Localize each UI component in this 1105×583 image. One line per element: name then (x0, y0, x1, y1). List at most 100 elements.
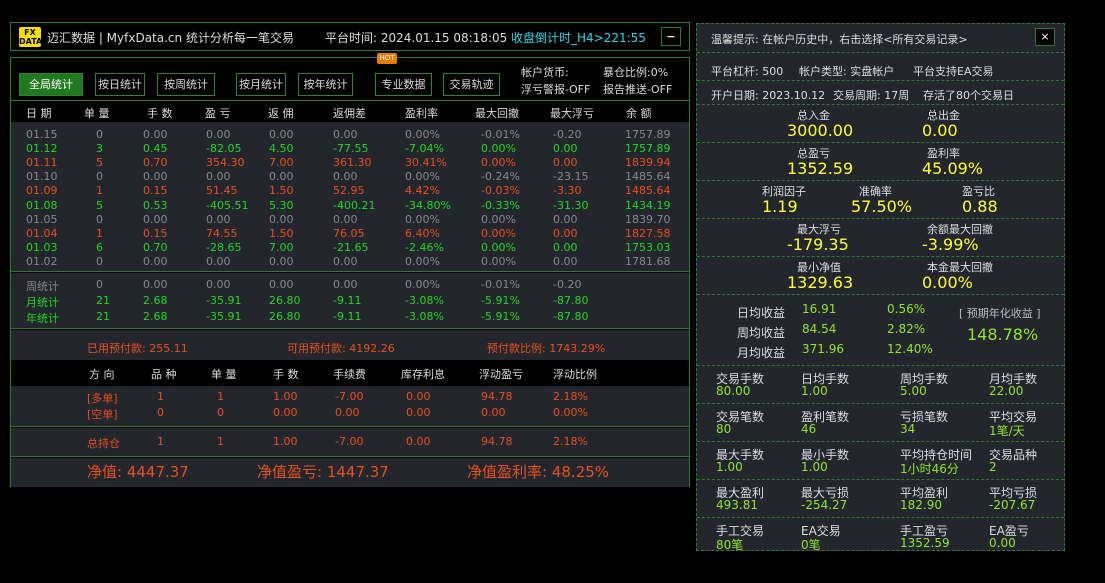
summary-cell: -9.11 (333, 310, 362, 323)
table-cell: 5 (96, 156, 103, 170)
account-line-1: 平台杠杆: 500 帐户类型: 实盘帐户 平台支持EA交易 (697, 57, 1064, 81)
tab-button[interactable]: 按年统计 (298, 73, 353, 96)
summary-cell: 21 (96, 294, 110, 307)
position-cell: [空单] (87, 408, 118, 421)
summary-cell: -35.91 (206, 294, 242, 307)
avg-percent: 12.40% (887, 342, 933, 356)
metric-value: 1.19 (762, 197, 798, 216)
table-cell: -77.55 (333, 142, 369, 156)
table-cell: 51.45 (206, 184, 238, 198)
summary-cell: -3.08% (405, 294, 444, 307)
tab-button[interactable]: 按日统计 (95, 73, 145, 96)
table-cell: 0.45 (143, 142, 168, 156)
avg-percent: 0.56% (887, 302, 926, 316)
summary-cell: 2.68 (143, 310, 168, 323)
summary-row: 年统计 21 2.68 -35.91 26.80 -9.11 -3.08% -5.91% -87… (11, 310, 689, 326)
avg-label: 月均收益 (737, 346, 786, 360)
tab-button[interactable]: 按月统计 (236, 73, 286, 96)
table-cell: 361.30 (333, 156, 372, 170)
stat-section: 最大盈利 493.81 最大亏损 -254.27 平均盈利 182.90 平均亏损 -207.… (697, 480, 1064, 518)
table-cell: 01.08 (26, 198, 58, 212)
table-cell: 6 (96, 240, 103, 254)
position-cell: 0.00 (481, 406, 506, 419)
summary-cell: 年统计 (26, 312, 59, 325)
stat-value: 22.00 (989, 384, 1024, 398)
report-push[interactable]: 报告推送-OFF (603, 81, 672, 97)
position-cell: 0.00 (335, 406, 360, 419)
table-cell: 5.30 (269, 198, 294, 212)
summary-cell: 0.00% (405, 278, 440, 291)
table-cell: 1827.58 (625, 226, 671, 240)
account-type: 帐户类型: 实盘帐户 (799, 65, 895, 78)
table-cell: 0 (96, 254, 103, 268)
title-bar: FX DATA 迈汇数据 | MyfxData.cn 统计分析每一笔交易 平台时间… (10, 22, 690, 51)
summary-cell: 0.00 (206, 278, 231, 291)
table-cell: 0.00 (553, 226, 578, 240)
tab-button[interactable]: 交易轨迹 (443, 73, 500, 96)
column-header: 日 期 (26, 107, 52, 120)
avg-value: 371.96 (802, 342, 844, 356)
stat-section: 手工交易 80笔 EA交易 0笔 手工盈亏 1352.59 EA盈亏 0.00 (697, 518, 1064, 556)
tab-button[interactable]: 专业数据 (375, 73, 432, 96)
margin-row: 已用预付款: 255.11 可用预付款: 4192.26 预付款比例: 1743… (11, 330, 689, 360)
table-cell: -400.21 (333, 198, 376, 212)
table-cell: -34.80% (405, 198, 451, 212)
table-cell: 01.11 (26, 156, 58, 170)
table-cell: 0.00 (206, 254, 231, 268)
stat-value: 1.00 (716, 460, 743, 474)
table-cell: 0.00 (269, 254, 294, 268)
metric-value: 3000.00 (787, 121, 854, 140)
minimize-button[interactable]: − (661, 27, 681, 46)
position-cell: 94.78 (481, 390, 513, 403)
table-cell: 0.00% (481, 142, 516, 156)
stat-value: 80笔 (716, 538, 744, 552)
summary-cell: -0.20 (553, 278, 582, 291)
metric-section: 最小净值 1329.63 本金最大回撤 0.00% (697, 257, 1064, 295)
column-header: 手 数 (147, 107, 173, 120)
margin-ratio: 预付款比例: 1743.29% (487, 342, 606, 355)
used-margin: 已用预付款: 255.11 (87, 342, 188, 355)
table-cell: 01.12 (26, 142, 58, 156)
tab-button[interactable]: 全局统计 (19, 73, 83, 96)
float-alert[interactable]: 浮亏警报-OFF (521, 81, 590, 97)
stat-value: 1小时46分 (900, 462, 959, 476)
logo: FX DATA (19, 27, 43, 47)
total-cell: 1 (217, 435, 224, 448)
table-cell: 0.00 (143, 170, 168, 184)
close-countdown: 收盘倒计时_H4>221:55 (511, 31, 646, 45)
table-cell: 0.00 (553, 212, 578, 226)
stat-section: 最大手数 1.00 最小手数 1.00 平均持仓时间 1小时46分 交易品种 2 (697, 442, 1064, 480)
position-cell: 0 (217, 406, 224, 419)
alive-days: 存活了80个交易日 (923, 89, 1014, 102)
ea-support: 平台支持EA交易 (913, 65, 994, 78)
avg-value: 84.54 (802, 322, 837, 336)
total-cell: 94.78 (481, 435, 513, 448)
table-cell: 0.00% (405, 254, 440, 268)
table-cell: 1 (96, 226, 103, 240)
position-header: 方 向 (89, 368, 115, 381)
table-cell: 01.10 (26, 170, 58, 184)
positions-total: 总持仓 1 1 1.00 -7.00 0.00 94.78 2.18% (11, 428, 689, 457)
stat-value: 80.00 (716, 384, 751, 398)
position-header: 手 数 (273, 368, 299, 381)
table-cell: 0.53 (143, 198, 168, 212)
stat-value: 46 (801, 422, 817, 436)
total-cell: 1.00 (273, 435, 298, 448)
avg-label: 周均收益 (737, 326, 786, 340)
table-cell: 1781.68 (625, 254, 671, 268)
position-header: 品 种 (151, 368, 177, 381)
table-cell: -0.01% (481, 128, 520, 141)
table-cell: 0.00 (553, 142, 578, 156)
position-cell: -7.00 (335, 390, 364, 403)
table-cell: 7.00 (269, 240, 294, 254)
total-cell: 总持仓 (87, 437, 120, 450)
position-cell: 1.00 (273, 390, 298, 403)
table-row: 01.08 5 0.53 -405.51 5.30 -400.21 -34.80% -0.33… (11, 199, 689, 213)
table-cell: 0.00% (481, 226, 516, 240)
metric-section: 最大浮亏 -179.35 余额最大回撤 -3.99% (697, 219, 1064, 257)
close-button[interactable]: × (1035, 28, 1055, 46)
position-cell: 1 (217, 390, 224, 403)
position-cell: 1 (157, 390, 164, 403)
tab-button[interactable]: 按周统计 (157, 73, 215, 96)
table-cell: 0.00 (269, 128, 294, 141)
